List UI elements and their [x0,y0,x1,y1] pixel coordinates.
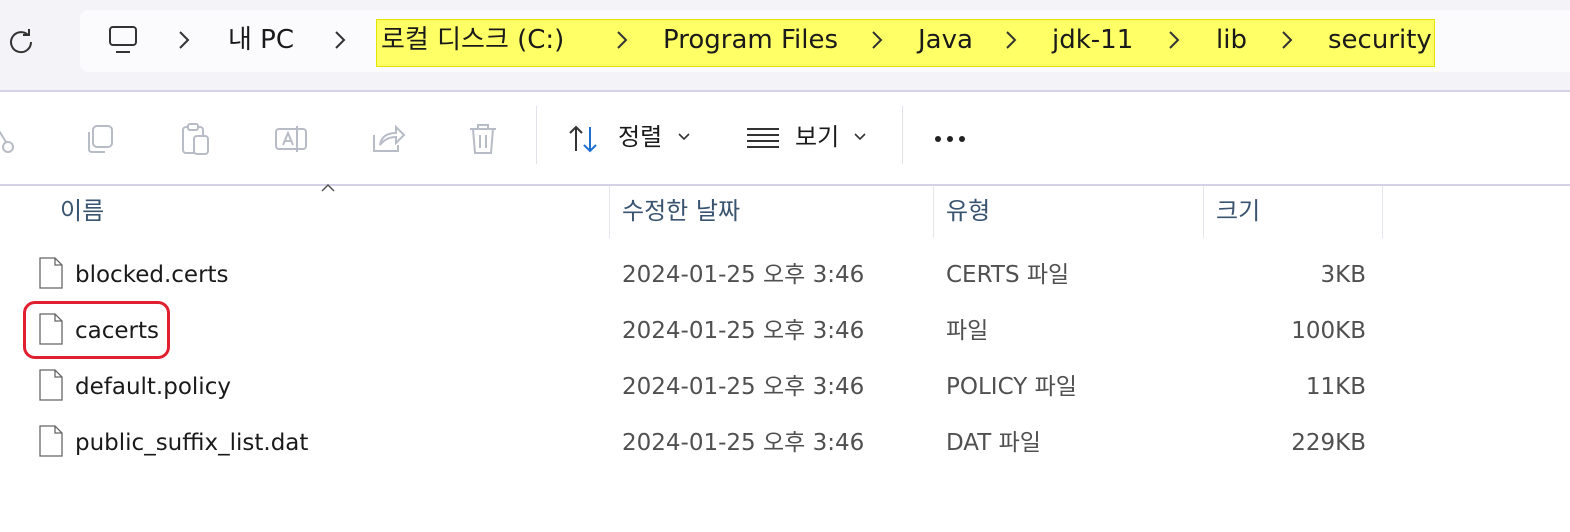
more-icon[interactable] [932,121,968,157]
toolbar-divider [536,106,537,164]
file-modified: 2024-01-25 오후 3:46 [622,374,865,400]
chevron-right-icon[interactable] [332,28,348,52]
sort-ascending-icon [321,183,335,192]
breadcrumb-item-lib[interactable]: lib [1216,20,1247,60]
file-type: 파일 [946,318,989,344]
sort-label[interactable]: 정렬 [618,118,662,156]
file-name: public_suffix_list.dat [75,430,309,456]
column-header-size[interactable]: 크기 [1216,192,1260,230]
file-name: blocked.certs [75,262,229,288]
column-divider[interactable] [609,186,610,238]
file-modified: 2024-01-25 오후 3:46 [622,318,865,344]
file-type: CERTS 파일 [946,262,1070,288]
file-name: default.policy [75,374,231,400]
paste-icon[interactable] [178,121,214,157]
view-label[interactable]: 보기 [795,118,839,156]
breadcrumb-item-this-pc[interactable]: 내 PC [228,20,294,60]
toolbar-divider [902,106,903,164]
share-icon[interactable] [370,121,406,157]
file-type: DAT 파일 [946,430,1041,456]
column-divider[interactable] [1382,186,1383,238]
chevron-right-icon[interactable] [869,28,885,52]
chevron-right-icon[interactable] [1279,28,1295,52]
file-size: 3KB [1320,262,1367,288]
column-divider[interactable] [1203,186,1204,238]
chevron-right-icon[interactable] [176,28,192,52]
refresh-icon[interactable] [6,26,36,56]
view-icon[interactable] [745,121,781,157]
computer-icon[interactable] [107,24,139,56]
breadcrumb-item-local-disk[interactable]: 로컬 디스크 (C:) [381,20,564,60]
annotation-highlight-box [23,301,170,359]
chevron-right-icon[interactable] [1003,28,1019,52]
file-row[interactable]: blocked.certs 2024-01-25 오후 3:46 CERTS 파… [0,247,1400,303]
delete-icon[interactable] [465,121,501,157]
breadcrumb-item-security[interactable]: security [1328,20,1432,60]
copy-icon[interactable] [82,121,118,157]
cut-icon[interactable] [0,121,22,157]
file-icon [39,425,63,457]
command-bar: 정렬 보기 [0,92,1570,186]
column-header-name[interactable]: 이름 [60,192,104,230]
file-type: POLICY 파일 [946,374,1077,400]
file-row[interactable]: cacerts 2024-01-25 오후 3:46 파일 100KB [0,303,1400,359]
file-icon [39,369,63,401]
file-size: 229KB [1291,430,1366,456]
sort-icon[interactable] [566,121,602,157]
file-size: 100KB [1291,318,1366,344]
column-header-modified[interactable]: 수정한 날짜 [622,192,740,230]
chevron-down-icon[interactable] [677,132,691,142]
breadcrumb-item-java[interactable]: Java [918,20,973,60]
breadcrumb-item-jdk-11[interactable]: jdk-11 [1052,20,1133,60]
chevron-right-icon[interactable] [614,28,630,52]
rename-icon[interactable] [273,121,309,157]
column-divider[interactable] [933,186,934,238]
chevron-down-icon[interactable] [853,132,867,142]
file-icon [39,257,63,289]
file-row[interactable]: public_suffix_list.dat 2024-01-25 오후 3:4… [0,415,1400,471]
chevron-right-icon[interactable] [1166,28,1182,52]
file-modified: 2024-01-25 오후 3:46 [622,430,865,456]
address-bar-area: 내 PC 로컬 디스크 (C:) Program Files Java jdk-… [0,0,1570,92]
column-header-type[interactable]: 유형 [946,192,990,230]
file-row[interactable]: default.policy 2024-01-25 오후 3:46 POLICY… [0,359,1400,415]
file-size: 11KB [1305,374,1366,400]
breadcrumb-item-program-files[interactable]: Program Files [663,20,838,60]
file-modified: 2024-01-25 오후 3:46 [622,262,865,288]
